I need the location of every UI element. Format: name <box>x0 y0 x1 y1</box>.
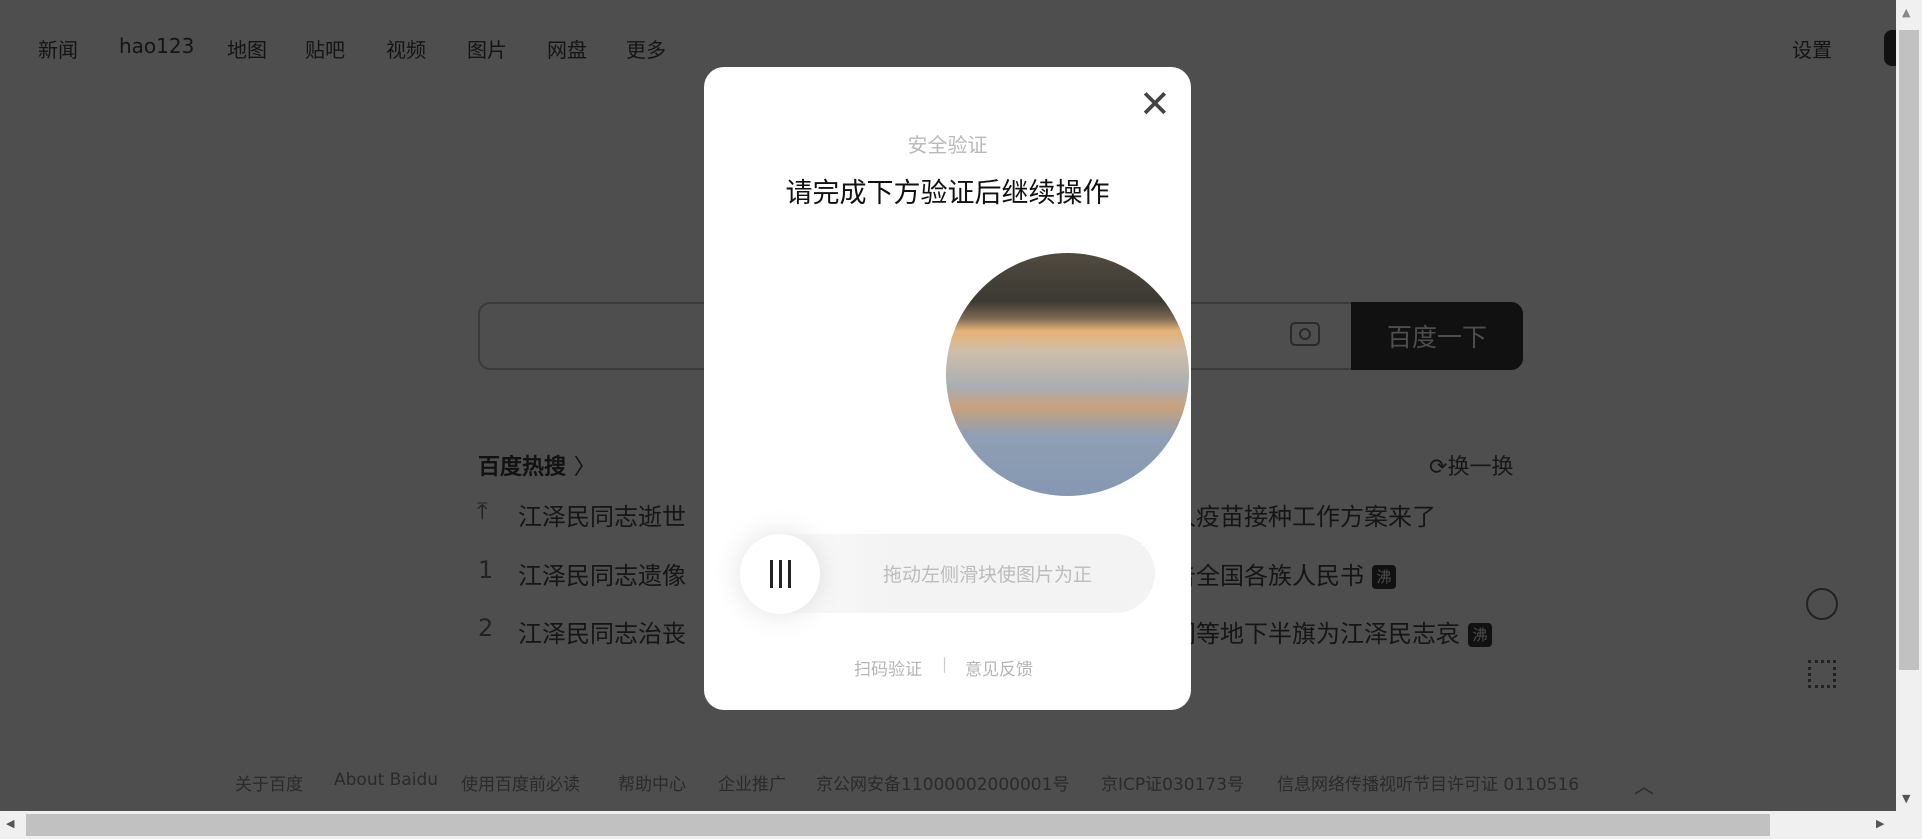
vertical-scroll-thumb[interactable] <box>1899 30 1919 670</box>
nav-images[interactable]: 图片 <box>467 34 507 63</box>
hot-rank: 1 <box>478 556 494 584</box>
footer-link[interactable]: 企业推广 <box>718 770 786 795</box>
login-button[interactable] <box>1884 30 1896 66</box>
scroll-down-icon[interactable]: ▼ <box>1902 792 1910 805</box>
camera-icon[interactable] <box>1290 322 1320 346</box>
refresh-button[interactable]: ⟳换一换 <box>1429 449 1513 481</box>
footer-link[interactable]: About Baidu <box>334 770 438 790</box>
nav-pan[interactable]: 网盘 <box>547 34 587 63</box>
horizontal-scroll-thumb[interactable] <box>26 814 1770 836</box>
hot-item[interactable]: 江泽民同志逝世 <box>518 497 686 532</box>
chevron-right-icon: 〉 <box>573 455 596 480</box>
hot-item[interactable]: 门等地下半旗为江泽民志哀沸 <box>1172 614 1492 649</box>
refresh-icon: ⟳ <box>1429 455 1448 480</box>
hot-item[interactable]: 告全国各族人民书沸 <box>1172 556 1396 591</box>
close-icon[interactable]: ✕ <box>1139 85 1171 123</box>
footer-link[interactable]: 京ICP证030173号 <box>1101 770 1244 795</box>
footer-link[interactable]: 帮助中心 <box>618 770 686 795</box>
footer-link[interactable]: 信息网络传播视听节目许可证 0110516 <box>1277 770 1579 795</box>
hot-badge: 沸 <box>1468 623 1492 647</box>
hot-rank: 2 <box>478 614 494 642</box>
hot-item[interactable]: 人疫苗接种工作方案来了 <box>1172 497 1436 532</box>
scroll-right-icon[interactable]: ▶ <box>1876 817 1884 830</box>
nav-map[interactable]: 地图 <box>227 34 267 63</box>
hot-item-text: 门等地下半旗为江泽民志哀 <box>1172 620 1460 648</box>
slider-handle[interactable] <box>740 534 820 614</box>
search-button[interactable]: 百度一下 <box>1351 302 1523 370</box>
scroll-left-icon[interactable]: ◀ <box>6 817 14 830</box>
nav-more[interactable]: 更多 <box>626 34 666 63</box>
rotated-captcha-image <box>946 253 1189 496</box>
security-verification-dialog: ✕ 安全验证 请完成下方验证后继续操作 拖动左侧滑块使图片为正 扫码验证 | 意… <box>704 67 1191 710</box>
scroll-up-icon[interactable]: ▲ <box>1902 6 1910 19</box>
footer-link[interactable]: 关于百度 <box>235 770 303 795</box>
chevron-up-icon[interactable]: ︿ <box>1634 770 1654 799</box>
hot-item-text: 告全国各族人民书 <box>1172 562 1364 590</box>
scan-verify-link[interactable]: 扫码验证 <box>854 655 922 680</box>
nav-settings[interactable]: 设置 <box>1792 34 1832 63</box>
separator: | <box>942 655 948 673</box>
footer-link[interactable]: 使用百度前必读 <box>461 770 580 795</box>
feedback-link[interactable]: 意见反馈 <box>965 655 1033 680</box>
hot-item[interactable]: 江泽民同志治丧 <box>518 614 686 649</box>
footer-link[interactable]: 京公网安备11000002000001号 <box>816 770 1069 795</box>
nav-video[interactable]: 视频 <box>386 34 426 63</box>
hot-badge: 沸 <box>1372 565 1396 589</box>
nav-hao123[interactable]: hao123 <box>119 34 194 58</box>
refresh-label: 换一换 <box>1447 455 1514 480</box>
nav-tieba[interactable]: 贴吧 <box>305 34 345 63</box>
hot-item[interactable]: 江泽民同志遗像 <box>518 556 686 591</box>
clock-icon[interactable] <box>1806 588 1838 620</box>
dialog-title: 请完成下方验证后继续操作 <box>785 178 1110 209</box>
hot-search-title[interactable]: 百度热搜 〉 <box>478 449 596 481</box>
nav-news[interactable]: 新闻 <box>38 34 78 63</box>
dialog-subtitle: 安全验证 <box>907 133 988 157</box>
qrcode-icon[interactable] <box>1808 660 1836 688</box>
hot-title-text: 百度热搜 <box>478 455 567 480</box>
pin-top-icon: ⤒ <box>477 497 488 525</box>
